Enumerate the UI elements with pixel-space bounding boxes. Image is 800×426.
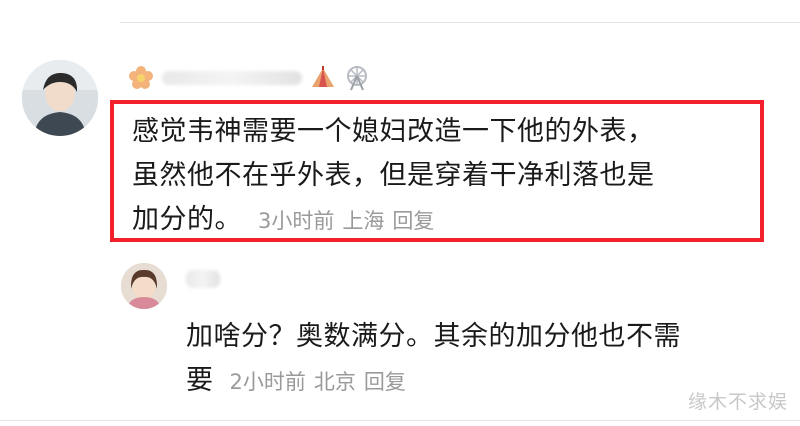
tent-badge-icon	[312, 66, 334, 87]
watermark: 缘木不求娱	[687, 391, 788, 413]
avatar[interactable]	[22, 60, 98, 136]
comment-time: 3小时前	[258, 209, 335, 233]
reply-line: 加啥分？奥数满分。其余的加分他也不需	[186, 321, 681, 352]
reply-location: 北京	[313, 370, 356, 394]
reply-button[interactable]: 回复	[392, 209, 434, 233]
username-blurred[interactable]	[128, 66, 370, 91]
reply-reply-button[interactable]: 回复	[364, 370, 406, 394]
highlighted-comment: 感觉韦神需要一个媳妇改造一下他的外表， 虽然他不在乎外表，但是穿着干净利落也是 …	[110, 100, 764, 242]
flower-badge-icon	[129, 66, 153, 89]
bottom-divider	[0, 420, 800, 421]
comment-line: 加分的。 3小时前 上海 回复	[132, 198, 752, 243]
reply-username-blurred[interactable]	[186, 270, 222, 292]
reply-name-blur	[186, 270, 220, 288]
reply-line-text: 要	[186, 365, 214, 396]
comment-line: 感觉韦神需要一个媳妇改造一下他的外表，	[132, 116, 655, 147]
comment-line: 虽然他不在乎外表，但是穿着干净利落也是	[132, 160, 655, 191]
ferris-wheel-badge-icon	[347, 66, 367, 91]
comment-meta: 3小时前 上海 回复	[242, 209, 434, 233]
comment-location: 上海	[342, 209, 385, 233]
reply-time: 2小时前	[229, 370, 306, 394]
comment-line-text: 加分的。	[132, 204, 242, 235]
reply-avatar[interactable]	[121, 263, 167, 309]
top-divider	[120, 22, 800, 23]
name-blur	[162, 71, 302, 85]
reply-meta: 2小时前 北京 回复	[214, 370, 406, 394]
comment-body: 感觉韦神需要一个媳妇改造一下他的外表， 虽然他不在乎外表，但是穿着干净利落也是 …	[132, 110, 752, 243]
